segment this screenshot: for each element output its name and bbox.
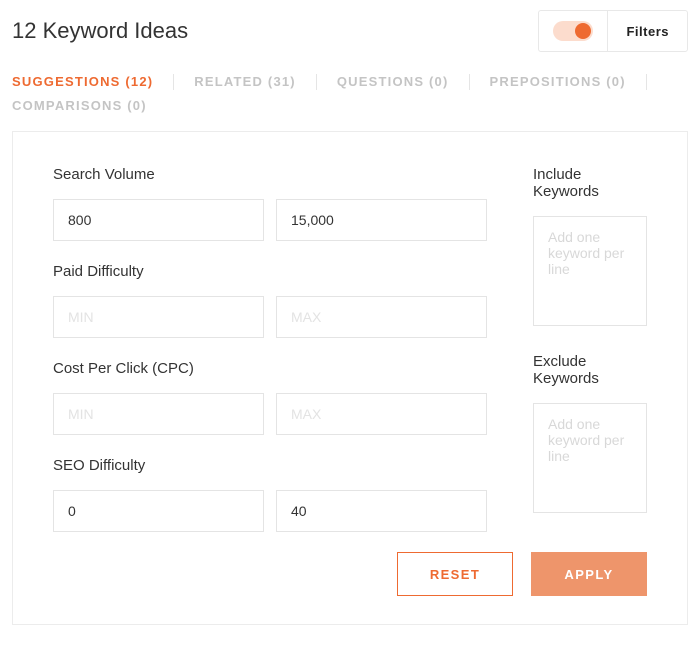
exclude-keywords-label: Exclude Keywords: [533, 353, 647, 387]
paid-difficulty-min-input[interactable]: [53, 296, 264, 338]
filters-toggle-group: Filters: [538, 10, 688, 52]
tab-prepositions[interactable]: PREPOSITIONS (0): [490, 70, 626, 94]
seo-difficulty-label: SEO Difficulty: [53, 457, 487, 474]
cpc-max-input[interactable]: [276, 393, 487, 435]
tab-separator: [173, 74, 174, 90]
seo-difficulty-min-input[interactable]: [53, 490, 264, 532]
paid-difficulty-max-input[interactable]: [276, 296, 487, 338]
actions-row: RESET APPLY: [53, 552, 647, 596]
include-keywords-textarea[interactable]: [533, 216, 647, 326]
reset-button[interactable]: RESET: [397, 552, 513, 596]
filters-label[interactable]: Filters: [608, 11, 687, 51]
filters-columns: Search Volume Paid Difficulty Cost Per C…: [53, 166, 647, 532]
exclude-keywords-textarea[interactable]: [533, 403, 647, 513]
page-title: 12 Keyword Ideas: [12, 18, 188, 44]
right-column: Include Keywords Exclude Keywords: [533, 166, 647, 532]
search-volume-label: Search Volume: [53, 166, 487, 183]
tab-related[interactable]: RELATED (31): [194, 70, 296, 94]
paid-difficulty-label: Paid Difficulty: [53, 263, 487, 280]
tab-comparisons[interactable]: COMPARISONS (0): [12, 94, 147, 117]
tabs: SUGGESTIONS (12) RELATED (31) QUESTIONS …: [12, 70, 688, 117]
tab-questions[interactable]: QUESTIONS (0): [337, 70, 449, 94]
paid-difficulty-range: [53, 296, 487, 338]
seo-difficulty-range: [53, 490, 487, 532]
cpc-label: Cost Per Click (CPC): [53, 360, 487, 377]
left-column: Search Volume Paid Difficulty Cost Per C…: [53, 166, 487, 532]
tab-separator: [316, 74, 317, 90]
cpc-range: [53, 393, 487, 435]
tab-separator: [469, 74, 470, 90]
filters-toggle[interactable]: [553, 21, 593, 41]
cpc-min-input[interactable]: [53, 393, 264, 435]
tab-separator: [646, 74, 647, 90]
search-volume-min-input[interactable]: [53, 199, 264, 241]
include-keywords-label: Include Keywords: [533, 166, 647, 200]
toggle-knob: [575, 23, 591, 39]
filters-toggle-cell: [539, 11, 608, 51]
apply-button[interactable]: APPLY: [531, 552, 647, 596]
seo-difficulty-max-input[interactable]: [276, 490, 487, 532]
filters-panel: Search Volume Paid Difficulty Cost Per C…: [12, 131, 688, 625]
search-volume-max-input[interactable]: [276, 199, 487, 241]
header: 12 Keyword Ideas Filters: [12, 10, 688, 52]
tab-suggestions[interactable]: SUGGESTIONS (12): [12, 70, 153, 94]
search-volume-range: [53, 199, 487, 241]
